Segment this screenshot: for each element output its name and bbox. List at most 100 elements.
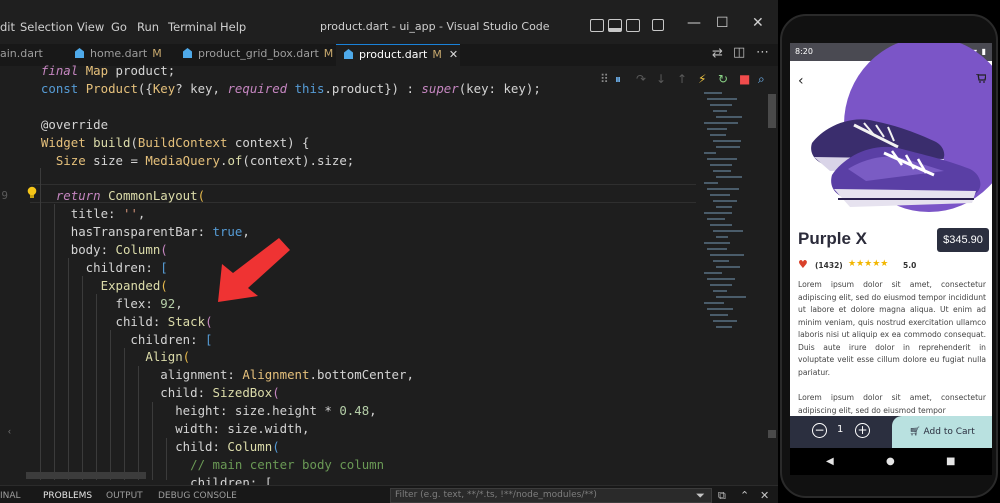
minimap-line xyxy=(710,224,732,226)
code-token: MediaQuery xyxy=(145,152,220,168)
code-text: width: size.width, xyxy=(26,420,309,438)
customize-layout-icon[interactable] xyxy=(652,19,664,31)
code-token: Align xyxy=(145,349,183,365)
code-token: .bottomCenter, xyxy=(309,367,414,383)
problems-filter-input[interactable]: Filter (e.g. text, **/*.ts, !**/node_mod… xyxy=(390,488,712,503)
minimap-line xyxy=(713,170,731,172)
minimap-line xyxy=(716,266,740,268)
code-token: ( xyxy=(205,313,213,329)
minimap-line xyxy=(704,152,716,154)
menu-edit[interactable]: dit xyxy=(0,20,15,34)
code-token: this xyxy=(294,80,325,96)
minimap-line xyxy=(707,218,725,220)
code-token: body: xyxy=(26,242,116,257)
back-arrow-icon[interactable]: ‹ xyxy=(798,73,804,89)
product-description-continued: Lorem ipsum dolor sit amet, consectetur … xyxy=(798,393,986,415)
compare-icon[interactable]: ⇄ xyxy=(712,46,723,61)
menu-terminal[interactable]: Terminal xyxy=(168,20,217,34)
minimap-line xyxy=(716,296,746,298)
tab-problems[interactable]: PROBLEMS xyxy=(43,491,92,501)
tab-debug-console[interactable]: DEBUG CONSOLE xyxy=(158,491,237,501)
product-description: Lorem ipsum dolor sit amet, consectetur … xyxy=(798,280,986,377)
menu-help[interactable]: Help xyxy=(220,20,246,34)
minimize-button[interactable]: — xyxy=(687,15,701,31)
code-token: ( xyxy=(182,349,191,365)
close-tab-icon[interactable]: ✕ xyxy=(449,48,458,61)
minimap-line xyxy=(704,182,718,184)
code-token: Stack xyxy=(167,313,206,329)
tab-output[interactable]: OUTPUT xyxy=(106,491,143,501)
stop-icon[interactable]: ■ xyxy=(739,72,750,86)
code-token: title: xyxy=(26,206,123,222)
inspect-widget-icon[interactable]: ⌕ xyxy=(758,72,765,87)
code-token: 0.48 xyxy=(339,403,370,419)
close-panel-icon[interactable]: ✕ xyxy=(760,489,769,502)
more-actions-icon[interactable]: ⋯ xyxy=(756,45,769,60)
minimap-line xyxy=(707,98,737,100)
code-token: const xyxy=(40,80,86,96)
scrollbar-thumb[interactable] xyxy=(768,430,776,438)
heart-icon[interactable]: ♥ xyxy=(798,259,808,270)
nav-recents-icon[interactable]: ■ xyxy=(946,456,955,467)
tab-label: home.dart xyxy=(90,47,148,60)
maximize-panel-icon[interactable]: ⌃ xyxy=(740,489,749,502)
maximize-button[interactable]: ☐ xyxy=(716,15,729,31)
toggle-sidebar-icon[interactable] xyxy=(590,19,604,32)
menu-go[interactable]: Go xyxy=(111,20,127,34)
code-token: hasTransparentBar: xyxy=(26,224,213,240)
add-to-cart-label: Add to Cart xyxy=(923,427,975,437)
code-text: return CommonLayout( xyxy=(26,187,205,205)
code-text: children: [ xyxy=(26,259,168,277)
minimap-line xyxy=(716,326,732,328)
purchase-bar: − 1 + 🛒︎ Add to Cart xyxy=(790,416,992,448)
code-token: 92 xyxy=(160,295,176,311)
minimap-line xyxy=(710,104,732,106)
code-editor[interactable]: final Map product; const Product({Key? k… xyxy=(0,62,700,490)
collapse-all-icon[interactable]: ⧉ xyxy=(718,489,726,503)
menu-run[interactable]: Run xyxy=(137,20,159,34)
cart-icon[interactable] xyxy=(976,74,986,83)
vertical-scrollbar[interactable] xyxy=(768,94,776,128)
add-to-cart-button[interactable]: 🛒︎ Add to Cart xyxy=(892,416,992,448)
filter-icon[interactable]: ⏷ xyxy=(696,489,705,503)
phone-screen: 8:20 ⊖ ▾ ▮ ‹ Purple X $345.90 ♥ ( xyxy=(790,43,992,475)
increase-quantity-button[interactable]: + xyxy=(855,423,870,438)
restart-icon[interactable]: ↻ xyxy=(718,72,728,86)
code-token: SizedBox xyxy=(212,385,273,401)
code-token: Key xyxy=(152,80,176,96)
code-text: title: '', xyxy=(26,205,146,223)
split-editor-icon[interactable]: ◫ xyxy=(733,45,745,60)
minimap[interactable] xyxy=(700,92,766,342)
close-window-button[interactable]: ✕ xyxy=(752,15,764,31)
modified-badge: M xyxy=(432,48,442,61)
decrease-quantity-button[interactable]: − xyxy=(812,423,827,438)
review-count: (1432) xyxy=(815,261,843,270)
minimap-line xyxy=(713,290,727,292)
toggle-secondary-sidebar-icon[interactable] xyxy=(626,19,640,32)
code-text: Align( xyxy=(26,348,190,366)
horizontal-scrollbar[interactable] xyxy=(26,472,146,479)
code-token: final xyxy=(40,63,86,78)
code-token: Size xyxy=(55,152,94,168)
code-token: flex: xyxy=(26,295,161,311)
code-token: super xyxy=(421,80,459,96)
tab-terminal[interactable]: INAL xyxy=(0,491,21,501)
menu-view[interactable]: View xyxy=(77,20,104,34)
code-token: child: xyxy=(26,313,168,329)
toggle-panel-icon[interactable] xyxy=(608,19,622,32)
status-time: 8:20 xyxy=(795,47,813,56)
menu-selection[interactable]: Selection xyxy=(20,20,73,34)
minimap-line xyxy=(707,308,733,310)
code-token: ( xyxy=(272,438,280,454)
code-token: [ xyxy=(205,331,213,347)
minimap-line xyxy=(713,110,727,112)
fold-chevron-icon[interactable]: ‹ xyxy=(8,426,11,436)
nav-home-icon[interactable]: ● xyxy=(886,456,895,467)
minimap-line xyxy=(704,302,724,304)
nav-back-icon[interactable]: ◀ xyxy=(826,456,834,467)
cart-icon: 🛒︎ xyxy=(909,427,921,437)
